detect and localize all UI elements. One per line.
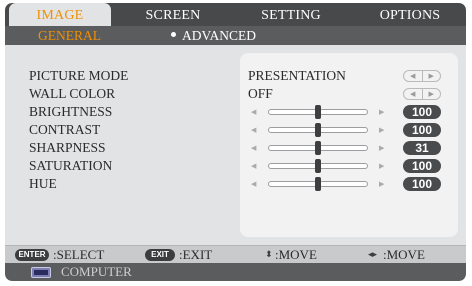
increase-arrow-icon[interactable]: ▶ xyxy=(379,175,384,193)
setting-label: PICTURE MODE xyxy=(29,68,129,83)
setting-label: BRIGHTNESS xyxy=(29,104,113,119)
setting-label: SHARPNESS xyxy=(29,140,106,155)
up-down-arrow-icon: ⬍ xyxy=(265,250,273,260)
bullet-icon xyxy=(171,32,176,38)
left-arrow-icon[interactable]: ◀ xyxy=(404,71,423,81)
left-right-arrow-icon: ◂▸ xyxy=(368,250,378,260)
exit-hint: :EXIT xyxy=(179,247,213,262)
move-horizontal-hint: :MOVE xyxy=(383,247,425,262)
value-selector[interactable]: ◀ ▶ xyxy=(403,88,441,100)
tab-setting[interactable]: SETTING xyxy=(237,3,345,26)
slider-knob[interactable] xyxy=(315,177,321,191)
slider-knob[interactable] xyxy=(315,105,321,119)
setting-row-saturation[interactable]: SATURATION ◀ ▶ 100 xyxy=(5,157,466,175)
decrease-arrow-icon[interactable]: ◀ xyxy=(251,103,256,121)
setting-label: HUE xyxy=(29,176,57,191)
setting-value: OFF xyxy=(248,86,273,101)
value-badge: 100 xyxy=(403,159,441,173)
value-badge: 100 xyxy=(403,105,441,119)
right-arrow-icon[interactable]: ▶ xyxy=(423,89,441,99)
hint-bar: ENTER :SELECT EXIT :EXIT ⬍ :MOVE ◂▸ :MOV… xyxy=(5,245,466,263)
slider-knob[interactable] xyxy=(315,141,321,155)
setting-row-sharpness[interactable]: SHARPNESS ◀ ▶ 31 xyxy=(5,139,466,157)
increase-arrow-icon[interactable]: ▶ xyxy=(379,121,384,139)
subtab-advanced-label: ADVANCED xyxy=(182,28,257,43)
value-badge: 100 xyxy=(403,177,441,191)
decrease-arrow-icon[interactable]: ◀ xyxy=(251,157,256,175)
setting-row-wall-color[interactable]: WALL COLOR OFF ◀ ▶ xyxy=(5,85,466,103)
left-arrow-icon[interactable]: ◀ xyxy=(404,89,423,99)
increase-arrow-icon[interactable]: ▶ xyxy=(379,139,384,157)
slider-knob[interactable] xyxy=(315,159,321,173)
settings-panel: PICTURE MODE PRESENTATION ◀ ▶ WALL COLOR… xyxy=(5,45,466,245)
value-badge: 100 xyxy=(403,123,441,137)
decrease-arrow-icon[interactable]: ◀ xyxy=(251,175,256,193)
decrease-arrow-icon[interactable]: ◀ xyxy=(251,121,256,139)
monitor-icon xyxy=(31,267,51,278)
tab-screen[interactable]: SCREEN xyxy=(123,3,223,26)
setting-label: WALL COLOR xyxy=(29,86,116,101)
increase-arrow-icon[interactable]: ▶ xyxy=(379,157,384,175)
slider-knob[interactable] xyxy=(315,123,321,137)
source-label: COMPUTER xyxy=(61,264,132,279)
tab-options[interactable]: OPTIONS xyxy=(357,3,463,26)
osd-screen: IMAGE SCREEN SETTING OPTIONS GENERAL ADV… xyxy=(0,0,472,286)
subtab-general[interactable]: GENERAL xyxy=(38,26,101,45)
select-hint: :SELECT xyxy=(53,247,105,262)
value-badge: 31 xyxy=(403,141,441,155)
right-arrow-icon[interactable]: ▶ xyxy=(423,71,441,81)
exit-key-icon: EXIT xyxy=(145,249,175,261)
setting-row-hue[interactable]: HUE ◀ ▶ 100 xyxy=(5,175,466,193)
setting-row-brightness[interactable]: BRIGHTNESS ◀ ▶ 100 xyxy=(5,103,466,121)
setting-value: PRESENTATION xyxy=(248,68,346,83)
setting-label: SATURATION xyxy=(29,158,113,173)
decrease-arrow-icon[interactable]: ◀ xyxy=(251,139,256,157)
osd-menu: IMAGE SCREEN SETTING OPTIONS GENERAL ADV… xyxy=(5,3,466,281)
value-selector[interactable]: ◀ ▶ xyxy=(403,70,441,82)
sub-tab-bar: GENERAL ADVANCED xyxy=(5,26,466,45)
enter-key-icon: ENTER xyxy=(15,249,49,261)
tab-bar: IMAGE SCREEN SETTING OPTIONS xyxy=(5,3,466,26)
setting-row-contrast[interactable]: CONTRAST ◀ ▶ 100 xyxy=(5,121,466,139)
setting-label: CONTRAST xyxy=(29,122,101,137)
increase-arrow-icon[interactable]: ▶ xyxy=(379,103,384,121)
source-bar: COMPUTER xyxy=(5,263,466,281)
move-vertical-hint: :MOVE xyxy=(275,247,317,262)
tab-image[interactable]: IMAGE xyxy=(9,3,111,26)
setting-row-picture-mode[interactable]: PICTURE MODE PRESENTATION ◀ ▶ xyxy=(5,67,466,85)
subtab-advanced[interactable]: ADVANCED xyxy=(171,26,256,45)
